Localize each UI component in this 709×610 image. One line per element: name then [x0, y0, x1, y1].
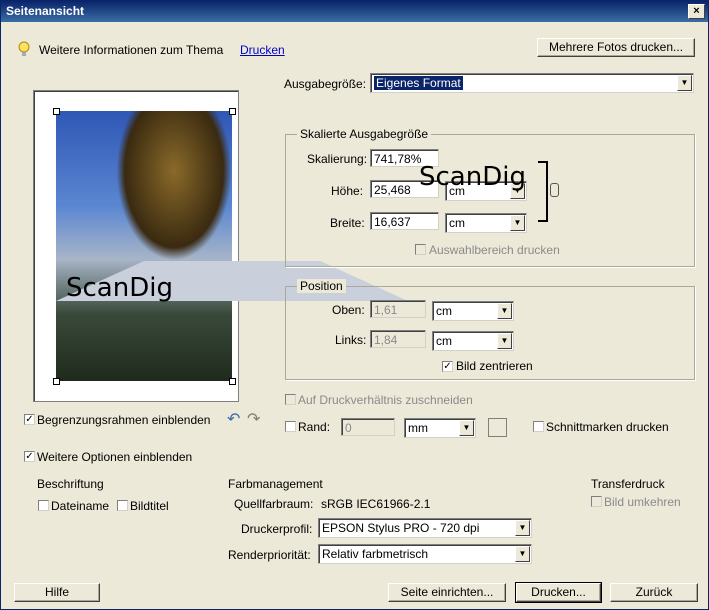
invert-image-checkbox[interactable]: [591, 496, 602, 507]
output-size-value: Eigenes Format: [374, 76, 463, 90]
watermark: ScanDig: [419, 162, 526, 192]
lightbulb-icon: [17, 41, 31, 62]
handle-top-left-icon[interactable]: [53, 108, 60, 115]
center-image-label: Bild zentrieren: [456, 359, 533, 373]
chevron-down-icon[interactable]: ▼: [459, 420, 474, 436]
border-color-swatch[interactable]: [488, 418, 507, 437]
handle-top-right-icon[interactable]: [229, 108, 236, 115]
filename-label: Dateiname: [51, 499, 110, 513]
image-title-checkbox[interactable]: [117, 500, 128, 511]
border-checkbox[interactable]: [285, 421, 296, 432]
height-label: Höhe:: [331, 184, 364, 198]
printer-profile-label: Druckerprofil:: [241, 522, 313, 536]
top-unit-value: cm: [436, 304, 452, 318]
render-intent-value: Relativ farbmetrisch: [322, 547, 429, 561]
tree-silhouette: [116, 111, 232, 261]
border-input[interactable]: 0: [341, 418, 395, 436]
print-button[interactable]: Drucken...: [515, 582, 602, 603]
chevron-down-icon[interactable]: ▼: [515, 520, 530, 536]
title-bar: Seitenansicht ×: [1, 1, 708, 22]
output-size-select[interactable]: Eigenes Format ▼: [370, 73, 694, 93]
width-unit-select[interactable]: cm ▼: [445, 213, 527, 233]
width-input[interactable]: 16,637: [370, 212, 439, 230]
print-selection-checkbox[interactable]: [415, 244, 426, 255]
border-unit-value: mm: [408, 421, 428, 435]
handle-bottom-right-icon[interactable]: [229, 378, 236, 385]
printer-profile-select[interactable]: EPSON Stylus PRO - 720 dpi ▼: [318, 518, 532, 538]
top-input[interactable]: 1,61: [370, 300, 426, 318]
crop-ratio-checkbox[interactable]: [285, 394, 296, 405]
printer-profile-value: EPSON Stylus PRO - 720 dpi: [322, 521, 480, 535]
left-unit-select[interactable]: cm ▼: [432, 331, 514, 351]
image-title-label: Bildtitel: [130, 499, 169, 513]
scaling-label: Skalierung:: [307, 152, 368, 166]
caption-title: Beschriftung: [37, 477, 104, 491]
link-bracket: [538, 161, 548, 222]
chevron-down-icon[interactable]: ▼: [510, 215, 525, 231]
border-label: Rand:: [298, 420, 331, 434]
transfer-title: Transferdruck: [591, 477, 665, 491]
close-icon[interactable]: ×: [688, 4, 705, 19]
watermark: ScanDig: [66, 273, 173, 303]
crop-ratio-label: Auf Druckverhältnis zuschneiden: [298, 393, 473, 407]
back-button[interactable]: Zurück: [610, 583, 698, 602]
window-title: Seitenansicht: [6, 4, 85, 18]
rotate-left-icon[interactable]: ↶: [227, 409, 240, 429]
handle-bottom-left-icon[interactable]: [53, 378, 60, 385]
color-management-title: Farbmanagement: [228, 477, 323, 491]
scaled-size-legend: Skalierte Ausgabegröße: [297, 127, 432, 141]
source-space-value: sRGB IEC61966-2.1: [321, 497, 431, 511]
filename-checkbox[interactable]: [38, 500, 49, 511]
print-selection-label: Auswahlbereich drucken: [429, 243, 560, 257]
chevron-down-icon[interactable]: ▼: [497, 303, 512, 319]
multi-photos-button[interactable]: Mehrere Fotos drucken...: [537, 38, 695, 57]
left-label: Links:: [335, 333, 367, 347]
more-options-label: Weitere Optionen einblenden: [37, 450, 193, 464]
bounding-box-label: Begrenzungsrahmen einblenden: [37, 413, 211, 427]
preview-frame: ScanDig: [33, 90, 408, 402]
width-unit-value: cm: [449, 216, 465, 230]
rotate-right-icon[interactable]: ↷: [247, 409, 260, 429]
width-label: Breite:: [330, 216, 365, 230]
more-options-checkbox[interactable]: ✓: [24, 451, 35, 462]
left-unit-value: cm: [436, 334, 452, 348]
chevron-down-icon[interactable]: ▼: [677, 75, 692, 91]
top-unit-select[interactable]: cm ▼: [432, 301, 514, 321]
preview-image[interactable]: [56, 111, 408, 381]
bounding-box-checkbox[interactable]: ✓: [24, 414, 35, 425]
left-input[interactable]: 1,84: [370, 330, 426, 348]
source-space-label: Quellfarbraum:: [234, 497, 314, 511]
page-setup-button[interactable]: Seite einrichten...: [388, 583, 506, 602]
crop-marks-label: Schnittmarken drucken: [546, 420, 669, 434]
info-link[interactable]: Drucken: [240, 43, 285, 57]
render-intent-label: Renderpriorität:: [228, 548, 311, 562]
center-image-checkbox[interactable]: ✓: [442, 361, 453, 372]
chevron-down-icon[interactable]: ▼: [497, 333, 512, 349]
invert-image-label: Bild umkehren: [604, 495, 681, 509]
help-button[interactable]: Hilfe: [14, 583, 100, 602]
print-preview-dialog: Seitenansicht × Weitere Informationen zu…: [0, 0, 709, 610]
position-legend: Position: [297, 279, 346, 293]
info-text: Weitere Informationen zum Thema: [39, 43, 224, 57]
crop-marks-checkbox[interactable]: [533, 421, 544, 432]
chevron-down-icon[interactable]: ▼: [515, 546, 530, 562]
render-intent-select[interactable]: Relativ farbmetrisch ▼: [318, 544, 532, 564]
top-label: Oben:: [332, 303, 365, 317]
output-size-label: Ausgabegröße:: [284, 77, 367, 91]
border-unit-select[interactable]: mm ▼: [404, 418, 476, 438]
chain-link-icon[interactable]: [550, 183, 559, 197]
